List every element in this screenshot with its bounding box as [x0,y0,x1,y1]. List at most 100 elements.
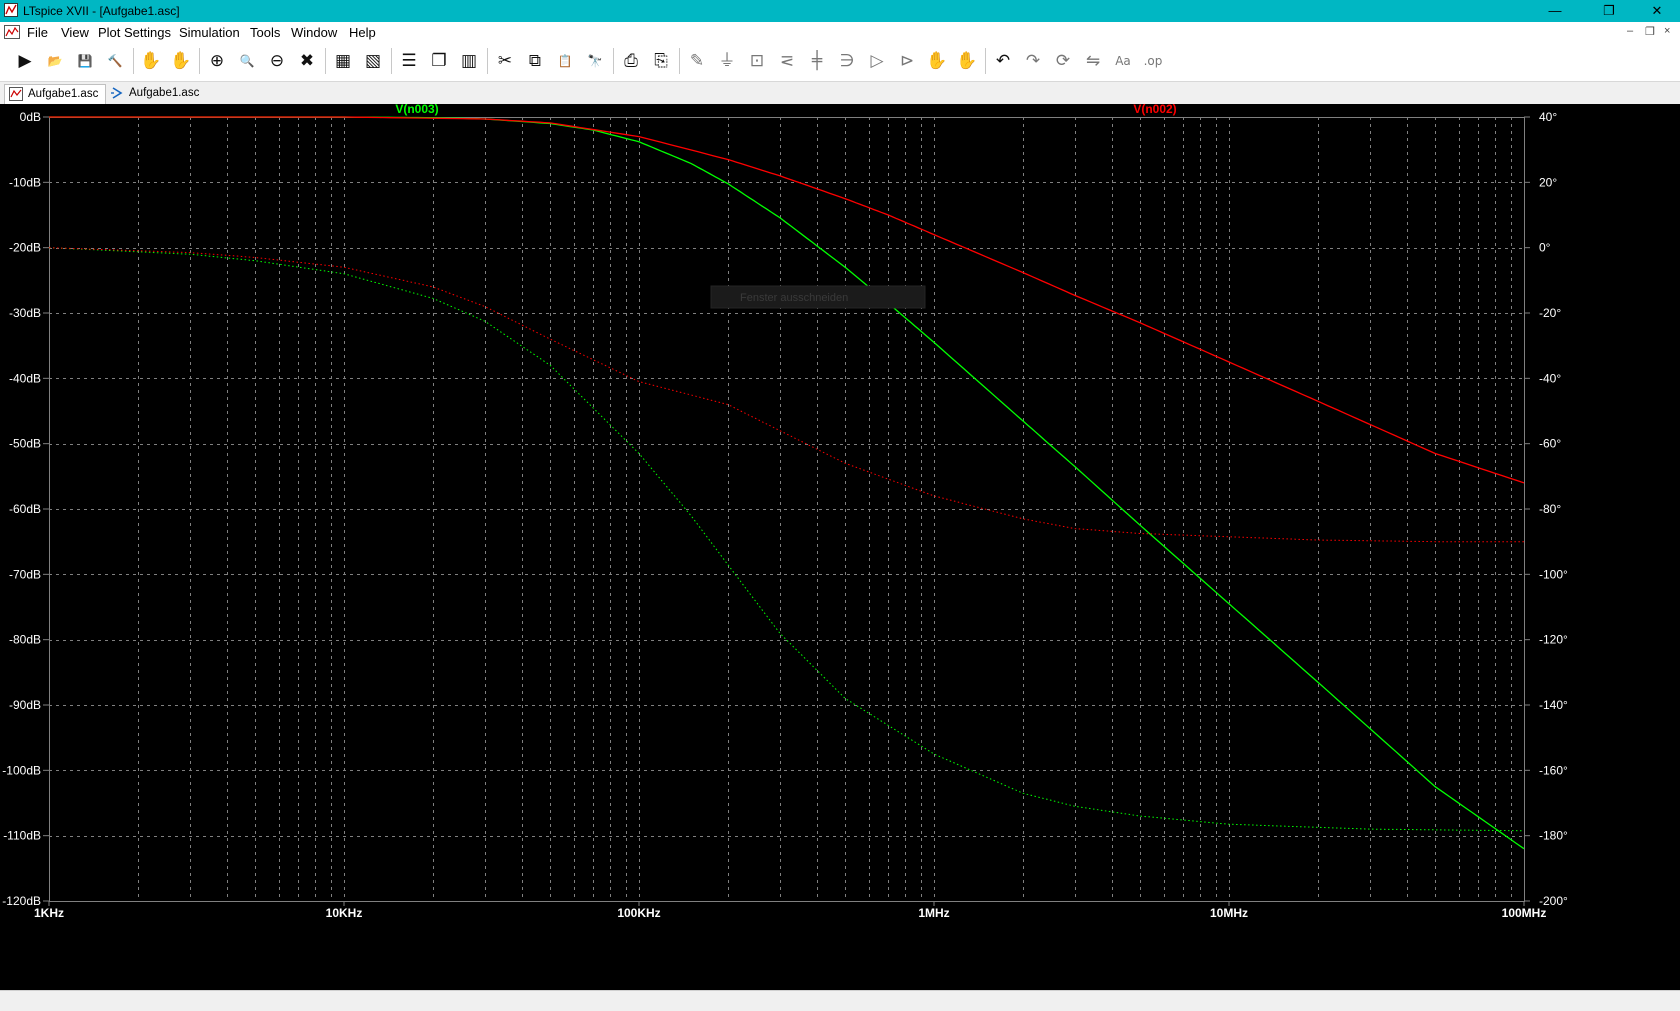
toolbar-separator [613,48,614,74]
y-tick-label-right: -140° [1539,698,1568,712]
paste-icon[interactable]: 📋 [552,48,578,74]
x-tick-label: 10KHz [326,906,363,920]
x-tick-label: 10MHz [1210,906,1248,920]
zoom-out-icon[interactable]: ⊖ [264,48,290,74]
mdi-close-button[interactable]: × [1664,25,1670,37]
zoom-fit-icon-glyph: ✖ [299,51,315,71]
cut-icon[interactable]: ✂ [492,48,518,74]
restore-button[interactable]: ❐ [1586,0,1632,22]
toolbar-separator [133,48,134,74]
mdi-restore-button[interactable]: ❐ [1645,25,1655,38]
rotate-icon[interactable]: ⟳ [1050,48,1076,74]
waveform-plot-pane[interactable]: 0dB 40° -10dB 20° -20dB 0° -30dB -20° -40dB -40° -… [0,102,1680,990]
y-tick-label-right: -80° [1539,502,1561,516]
autorange-icon-glyph: ▦ [334,51,352,71]
save-icon[interactable]: 💾 [72,48,98,74]
pan-icon[interactable]: ✋ [168,48,194,74]
y-tick-label-left: -40dB [9,371,41,385]
toolbar: ▶ 📂 💾 🔨 ✋ ✋ ⊕ 🔍 ⊖ ✖ ▦ ▧ ☰ ❐ ▥ ✂ ⧉ 📋 🔭 ⎙ ⎘ ✎ ⏚ ⊡ ⋜ ╪ ∋ ▷ ⊳ ✋ ✋ ↶ ↷ ⟳ ⇋ Aa .op [0,43,1680,82]
drag-icon-glyph: ✋ [956,51,978,71]
x-tick-label: 1KHz [34,906,64,920]
menu-file[interactable]: File [27,25,48,40]
ground-icon-glyph: ⏚ [718,51,736,71]
bode-plot[interactable]: 0dB 40° -10dB 20° -20dB 0° -30dB -20° -40dB -40° -… [0,102,1680,990]
x-tick-label: 100MHz [1502,906,1547,920]
undo-icon-glyph: ↶ [995,51,1011,71]
mark-unconnected-icon[interactable]: ▧ [360,48,386,74]
waveform-doc-icon[interactable] [4,25,20,39]
inductor-icon-glyph: ∋ [839,51,855,71]
menu-window[interactable]: Window [291,25,337,40]
close-button[interactable]: ✕ [1634,0,1680,22]
cascade-icon[interactable]: ❐ [426,48,452,74]
spice-directive-icon-glyph: .op [1143,54,1163,68]
move-icon-glyph: ✋ [926,51,948,71]
halt-icon[interactable]: ✋ [138,48,164,74]
y-tick-label-right: -60° [1539,437,1561,451]
y-tick-label-right: -120° [1539,633,1568,647]
pan-icon-glyph: ✋ [170,51,192,71]
y-tick-label-left: -60dB [9,502,41,516]
mirror-icon-glyph: ⇋ [1085,51,1101,71]
autorange-icon[interactable]: ▦ [330,48,356,74]
y-tick-label-left: -70dB [9,567,41,581]
x-tick-label: 1MHz [918,906,949,920]
inductor-icon[interactable]: ∋ [834,48,860,74]
spice-directive-icon[interactable]: .op [1140,48,1166,74]
cut-icon-glyph: ✂ [497,51,513,71]
text-icon[interactable]: Aa [1110,48,1136,74]
run-icon-glyph: ▶ [18,51,32,71]
redo-icon[interactable]: ↷ [1020,48,1046,74]
resistor-icon-glyph: ⋜ [779,51,795,71]
find-icon-glyph: 🔭 [587,54,603,68]
open-icon-glyph: 📂 [47,54,63,68]
menu-simulation[interactable]: Simulation [179,25,240,40]
drag-icon[interactable]: ✋ [954,48,980,74]
tab-waveform[interactable]: Aufgabe1.asc [4,84,106,104]
resistor-icon[interactable]: ⋜ [774,48,800,74]
schematic-icon [111,87,123,99]
zoom-fit-icon[interactable]: ✖ [294,48,320,74]
capacitor-icon[interactable]: ╪ [804,48,830,74]
y-tick-label-left: -110dB [3,829,41,843]
print-icon[interactable]: ⎙ [618,48,644,74]
zoom-in-icon[interactable]: ⊕ [204,48,230,74]
y-tick-label-left: -20dB [9,241,41,255]
wire-icon[interactable]: ✎ [684,48,710,74]
tab-schematic[interactable]: Aufgabe1.asc [106,84,206,103]
print-setup-icon-glyph: ⎘ [654,51,668,71]
run-icon[interactable]: ▶ [12,48,38,74]
control-panel-icon[interactable]: 🔨 [102,48,128,74]
tile-horizontal-icon[interactable]: ☰ [396,48,422,74]
menu-help[interactable]: Help [349,25,376,40]
y-tick-label-left: 0dB [20,110,41,124]
label-net-icon[interactable]: ⊡ [744,48,770,74]
minimize-button[interactable]: — [1532,0,1578,22]
menu-plot-settings[interactable]: Plot Settings [98,25,171,40]
print-setup-icon[interactable]: ⎘ [648,48,674,74]
cascade-icon-glyph: ❐ [431,51,447,71]
V(n003)-magnitude-trace [49,116,1525,850]
mdi-minimize-button[interactable]: – [1627,25,1633,37]
component-icon-glyph: ⊳ [899,51,915,71]
open-icon[interactable]: 📂 [42,48,68,74]
V(n003)-trace-label: V(n003) [395,104,438,116]
diode-icon[interactable]: ▷ [864,48,890,74]
copy-icon[interactable]: ⧉ [522,48,548,74]
move-icon[interactable]: ✋ [924,48,950,74]
undo-icon[interactable]: ↶ [990,48,1016,74]
menu-view[interactable]: View [61,25,89,40]
find-icon[interactable]: 🔭 [582,48,608,74]
toolbar-separator [199,48,200,74]
zoom-area-icon[interactable]: 🔍 [234,48,260,74]
component-icon[interactable]: ⊳ [894,48,920,74]
window-title: LTspice XVII - [Aufgabe1.asc] [23,4,180,18]
toolbar-separator [487,48,488,74]
tile-vertical-icon[interactable]: ▥ [456,48,482,74]
tab-label: Aufgabe1.asc [129,87,200,99]
label-net-icon-glyph: ⊡ [749,51,765,71]
menu-tools[interactable]: Tools [250,25,280,40]
ground-icon[interactable]: ⏚ [714,48,740,74]
mirror-icon[interactable]: ⇋ [1080,48,1106,74]
y-tick-label-right: 40° [1539,110,1557,124]
